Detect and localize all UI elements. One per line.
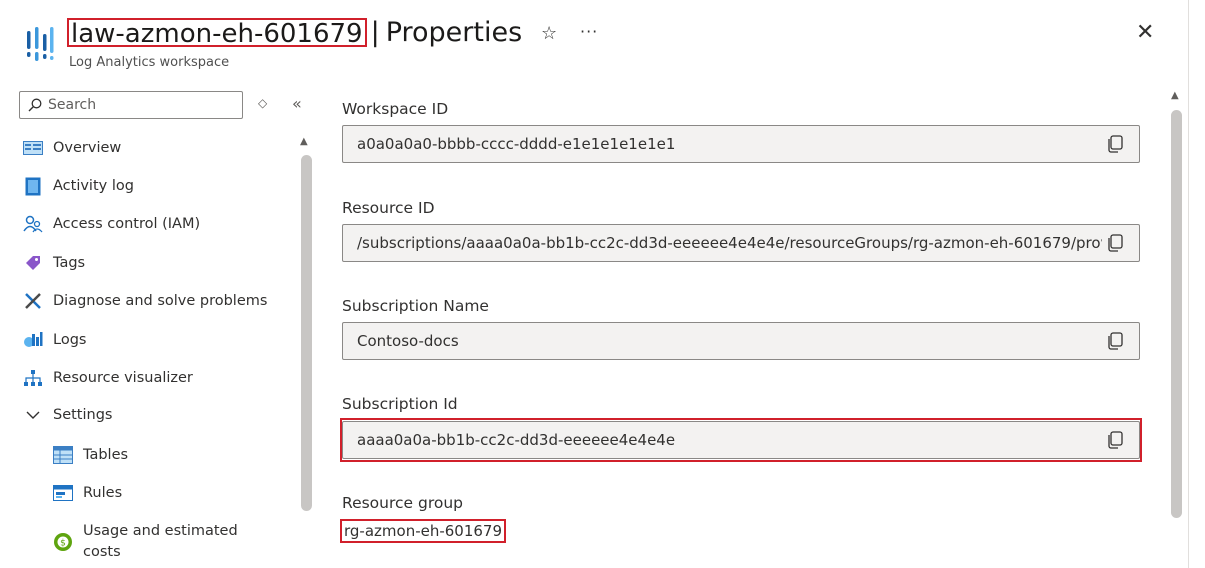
sidebar-item-label: Logs (53, 332, 87, 348)
sidebar-item-usage-costs[interactable]: $ Usage and estimated costs (52, 521, 248, 563)
copy-icon[interactable] (1107, 332, 1123, 350)
tag-icon (22, 253, 44, 273)
workspace-id-value: a0a0a0a0-bbbb-cccc-dddd-e1e1e1e1e1e1 (357, 135, 676, 153)
svg-text:$: $ (60, 539, 66, 549)
table-icon (52, 445, 74, 465)
subscription-id-label: Subscription Id (342, 395, 458, 413)
sidebar-item-logs[interactable]: Logs (22, 330, 86, 350)
subscription-id-field[interactable]: aaaa0a0a-bb1b-cc2c-dd3d-eeeeee4e4e4e (342, 421, 1140, 459)
subscription-name-value: Contoso-docs (357, 332, 459, 350)
sidebar-item-label: Settings (53, 407, 113, 423)
search-placeholder: Search (48, 97, 97, 113)
wrench-icon (22, 291, 44, 311)
sidebar-item-settings[interactable]: Settings (22, 405, 112, 425)
page-title-text: Properties (385, 17, 523, 48)
title-separator: | (370, 17, 380, 48)
resource-name: law-azmon-eh-601679 (67, 18, 367, 49)
sidebar-item-label: Overview (53, 140, 122, 156)
sidebar-item-resource-visualizer[interactable]: Resource visualizer (22, 368, 193, 388)
more-options-icon[interactable]: ··· (580, 22, 598, 41)
sidebar-item-label: Usage and estimated costs (83, 523, 238, 560)
sidebar-item-tags[interactable]: Tags (22, 253, 85, 273)
sidebar-item-activity-log[interactable]: Activity log (22, 176, 134, 196)
main-scrollbar-thumb[interactable] (1171, 110, 1182, 518)
search-icon (28, 98, 42, 112)
copy-icon[interactable] (1107, 431, 1123, 449)
overview-icon (22, 138, 44, 158)
sidebar-item-label: Diagnose and solve problems (53, 293, 268, 309)
resource-id-label: Resource ID (342, 199, 435, 217)
sidebar-item-label: Resource visualizer (53, 370, 193, 386)
sidebar-item-label: Tables (83, 447, 129, 463)
sidebar-item-diagnose[interactable]: Diagnose and solve problems (22, 291, 267, 311)
main-scroll-up-arrow[interactable]: ▲ (1171, 90, 1179, 101)
copy-icon[interactable] (1107, 234, 1123, 252)
subscription-id-value: aaaa0a0a-bb1b-cc2c-dd3d-eeeeee4e4e4e (357, 431, 676, 449)
resource-id-field[interactable]: /subscriptions/aaaa0a0a-bb1b-cc2c-dd3d-e… (342, 224, 1140, 262)
sidebar-item-access-control[interactable]: Access control (IAM) (22, 214, 200, 234)
sidebar-item-tables[interactable]: Tables (52, 445, 128, 465)
search-input[interactable]: Search (19, 91, 243, 119)
sidebar-item-overview[interactable]: Overview (22, 138, 121, 158)
workspace-id-label: Workspace ID (342, 100, 449, 118)
cost-icon: $ (52, 532, 74, 552)
copy-icon[interactable] (1107, 135, 1123, 153)
sidebar-item-label: Activity log (53, 178, 134, 194)
activity-log-icon (22, 176, 44, 196)
resource-group-label: Resource group (342, 494, 464, 512)
resource-group-link[interactable]: rg-azmon-eh-601679 (340, 519, 507, 543)
sidebar-item-label: Access control (IAM) (53, 216, 201, 232)
iam-icon (22, 214, 44, 234)
rules-icon (52, 483, 74, 503)
sidebar-item-label: Tags (53, 255, 86, 271)
logs-icon (22, 330, 44, 350)
resource-type-subtitle: Log Analytics workspace (69, 55, 230, 70)
sidebar-item-rules[interactable]: Rules (52, 483, 122, 503)
sort-updown-icon[interactable]: ◇ (258, 96, 267, 110)
close-icon[interactable]: ✕ (1136, 20, 1154, 45)
resource-id-value: /subscriptions/aaaa0a0a-bb1b-cc2c-dd3d-e… (357, 234, 1102, 252)
window-edge-divider (1188, 0, 1189, 568)
log-analytics-icon (27, 27, 54, 61)
collapse-sidebar-icon[interactable]: « (292, 94, 302, 113)
subscription-name-field[interactable]: Contoso-docs (342, 322, 1140, 360)
sidebar-scroll-up-arrow[interactable]: ▲ (300, 136, 308, 147)
chevron-down-icon (22, 405, 44, 425)
visualizer-icon (22, 368, 44, 388)
sidebar-scrollbar-thumb[interactable] (301, 155, 312, 511)
favorite-star-icon[interactable]: ☆ (541, 23, 557, 44)
page-title: law-azmon-eh-601679 | Properties (67, 16, 522, 49)
subscription-name-label: Subscription Name (342, 297, 489, 315)
sidebar-item-label: Rules (83, 485, 123, 501)
workspace-id-field[interactable]: a0a0a0a0-bbbb-cccc-dddd-e1e1e1e1e1e1 (342, 125, 1140, 163)
